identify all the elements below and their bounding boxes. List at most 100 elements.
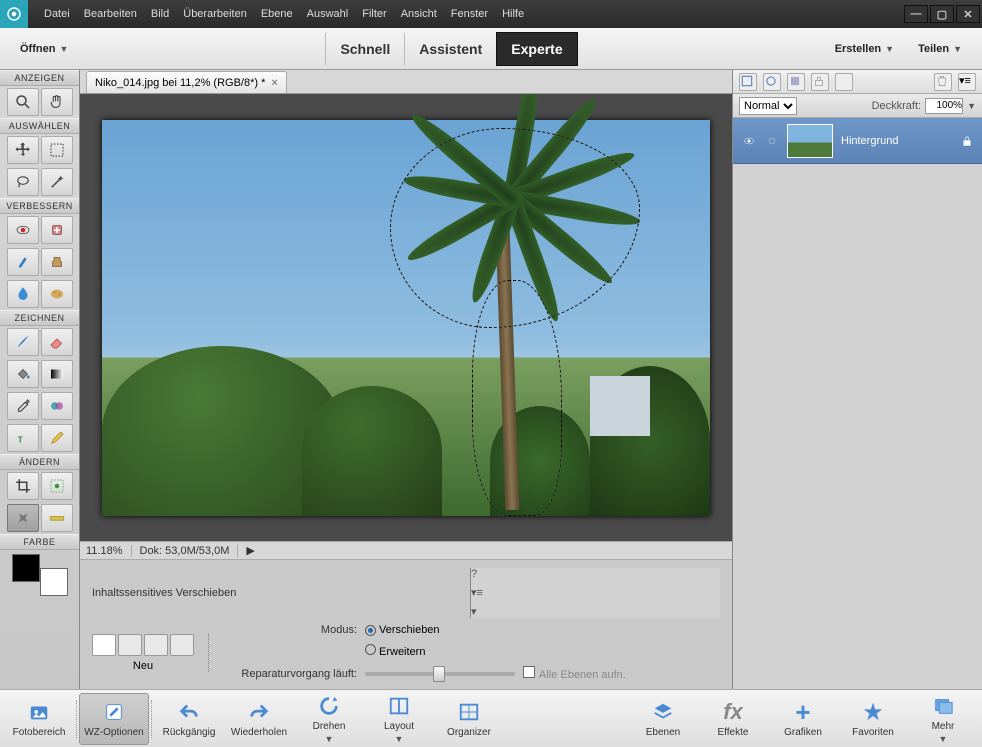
visibility-icon[interactable] [741,135,757,147]
create-button[interactable]: Erstellen▼ [825,37,904,61]
status-arrow-icon[interactable]: ▶ [246,544,254,557]
opacity-input[interactable] [925,98,963,114]
menu-auswahl[interactable]: Auswahl [307,8,349,20]
menu-hilfe[interactable]: Hilfe [502,8,524,20]
menu-ueberarbeiten[interactable]: Überarbeiten [183,8,247,20]
bottom-drehen[interactable]: Drehen▼ [294,693,364,745]
link-icon[interactable] [765,134,779,148]
canvas[interactable] [102,120,710,516]
move-tool[interactable] [7,136,39,164]
blend-mode-select[interactable]: Normal [739,97,797,115]
maximize-button[interactable]: ▢ [930,5,954,23]
clone-stamp-tool[interactable] [41,248,73,276]
layer-thumbnail[interactable] [787,124,833,158]
link-layers-icon[interactable] [835,73,853,91]
tab-assistent[interactable]: Assistent [404,33,496,65]
eraser-tool[interactable] [41,328,73,356]
new-selection-group: Neu [92,634,209,672]
crop-tool[interactable] [7,472,39,500]
bottom-grafiken[interactable]: +Grafiken [768,693,838,745]
content-aware-move-tool[interactable] [7,504,39,532]
layers-list: Hintergrund [733,118,982,689]
layers-panel: ▾≡ Normal Deckkraft: ▼ Hintergrund [732,70,982,689]
opacity-dropdown-icon[interactable]: ▼ [967,101,976,111]
bottom-layout[interactable]: Layout▼ [364,693,434,745]
adjustment-layer-icon[interactable] [787,73,805,91]
help-icon[interactable]: ? [471,568,720,580]
mode-verschieben[interactable]: Verschieben [365,624,440,636]
menu-ansicht[interactable]: Ansicht [401,8,437,20]
tab-experte[interactable]: Experte [496,32,577,66]
shape-tool[interactable] [41,392,73,420]
share-button[interactable]: Teilen▼ [908,37,972,61]
add-selection-btn[interactable] [118,634,142,656]
repair-slider[interactable] [365,672,515,676]
intersect-selection-btn[interactable] [170,634,194,656]
color-swatches[interactable] [10,554,70,596]
bottom-bar: Fotobereich WZ-Optionen Rückgängig Wiede… [0,689,982,747]
smart-brush-tool[interactable] [7,248,39,276]
delete-layer-icon[interactable] [934,73,952,91]
layer-name[interactable]: Hintergrund [841,135,898,147]
open-button[interactable]: Öffnen▼ [10,37,78,61]
spot-heal-tool[interactable] [41,216,73,244]
all-layers-checkbox[interactable]: Alle Ebenen aufn. [523,666,626,681]
background-color[interactable] [40,568,68,596]
bottom-wiederholen[interactable]: Wiederholen [224,693,294,745]
app-logo [0,0,28,28]
options-close-icon[interactable]: ▾ [471,605,720,618]
options-menu-icon[interactable]: ▾≡ [471,586,720,599]
menu-filter[interactable]: Filter [362,8,386,20]
bottom-effekte[interactable]: fxEffekte [698,693,768,745]
bottom-wz-optionen[interactable]: WZ-Optionen [79,693,149,745]
foreground-color[interactable] [12,554,40,582]
menu-bild[interactable]: Bild [151,8,169,20]
lock-icon[interactable] [960,134,974,148]
recompose-tool[interactable] [41,472,73,500]
canvas-viewport[interactable] [80,94,732,541]
brush-tool[interactable] [7,328,39,356]
bottom-fotobereich[interactable]: Fotobereich [4,693,74,745]
menu-fenster[interactable]: Fenster [451,8,488,20]
bottom-favoriten[interactable]: ★Favoriten [838,693,908,745]
document-tab[interactable]: Niko_014.jpg bei 11,2% (RGB/8*) * × [86,71,287,93]
gradient-tool[interactable] [41,360,73,388]
straighten-tool[interactable] [41,504,73,532]
menu-ebene[interactable]: Ebene [261,8,293,20]
title-bar: Datei Bearbeiten Bild Überarbeiten Ebene… [0,0,982,28]
hand-tool[interactable] [41,88,73,116]
lock-layer-icon[interactable] [811,73,829,91]
subtract-selection-btn[interactable] [144,634,168,656]
layer-row[interactable]: Hintergrund [733,118,982,164]
close-tab-icon[interactable]: × [271,77,277,89]
bottom-organizer[interactable]: Organizer [434,693,504,745]
sponge-tool[interactable] [41,280,73,308]
zoom-level[interactable]: 11.18% [86,545,132,557]
pencil-tool[interactable] [41,424,73,452]
layer-blend-row: Normal Deckkraft: ▼ [733,94,982,118]
bottom-rueckgaengig[interactable]: Rückgängig [154,693,224,745]
magic-wand-tool[interactable] [41,168,73,196]
eyedropper-tool[interactable] [7,392,39,420]
redeye-tool[interactable] [7,216,39,244]
panel-menu-icon[interactable]: ▾≡ [958,73,976,91]
blur-tool[interactable] [7,280,39,308]
tab-schnell[interactable]: Schnell [325,33,404,65]
new-layer-icon[interactable] [739,73,757,91]
text-tool[interactable]: T [7,424,39,452]
section-anzeigen: ANZEIGEN [0,70,79,86]
close-button[interactable]: ✕ [956,5,980,23]
menu-datei[interactable]: Datei [44,8,70,20]
layer-mask-icon[interactable] [763,73,781,91]
bottom-ebenen[interactable]: Ebenen [628,693,698,745]
minimize-button[interactable]: — [904,5,928,23]
marquee-tool[interactable] [41,136,73,164]
bottom-mehr[interactable]: Mehr▼ [908,693,978,745]
new-selection-btn[interactable] [92,634,116,656]
repair-label: Reparaturvorgang läuft: [227,668,357,680]
mode-erweitern[interactable]: Erweitern [365,644,425,658]
paint-bucket-tool[interactable] [7,360,39,388]
lasso-tool[interactable] [7,168,39,196]
menu-bearbeiten[interactable]: Bearbeiten [84,8,137,20]
zoom-tool[interactable] [7,88,39,116]
